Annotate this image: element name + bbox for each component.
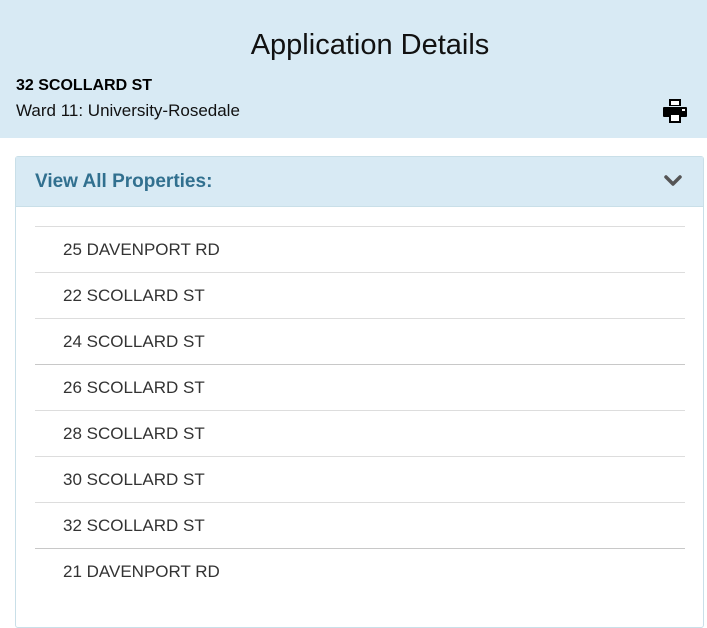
property-address: 32 SCOLLARD ST <box>16 77 153 94</box>
properties-panel-toggle[interactable]: View All Properties: <box>16 157 703 207</box>
list-item[interactable]: 26 SCOLLARD ST <box>35 365 685 411</box>
printer-icon <box>663 99 687 123</box>
ward-label: Ward 11: University-Rosedale <box>16 101 240 120</box>
list-item[interactable]: 30 SCOLLARD ST <box>35 457 685 503</box>
page-title: Application Details <box>250 29 490 61</box>
list-item[interactable]: 32 SCOLLARD ST <box>35 503 685 549</box>
application-header: Application Details 32 SCOLLARD ST Ward … <box>0 0 707 138</box>
list-item[interactable]: 21 DAVENPORT RD <box>35 549 685 594</box>
panel-title: View All Properties: <box>35 171 213 192</box>
list-item[interactable]: 28 SCOLLARD ST <box>35 411 685 457</box>
print-button[interactable] <box>662 98 688 124</box>
list-item[interactable]: 25 DAVENPORT RD <box>35 227 685 273</box>
chevron-down-icon <box>664 175 682 186</box>
properties-list: 25 DAVENPORT RD 22 SCOLLARD ST 24 SCOLLA… <box>35 226 685 594</box>
properties-panel: View All Properties: 25 DAVENPORT RD 22 … <box>15 156 704 628</box>
list-item[interactable]: 24 SCOLLARD ST <box>35 319 685 365</box>
list-item[interactable]: 22 SCOLLARD ST <box>35 273 685 319</box>
